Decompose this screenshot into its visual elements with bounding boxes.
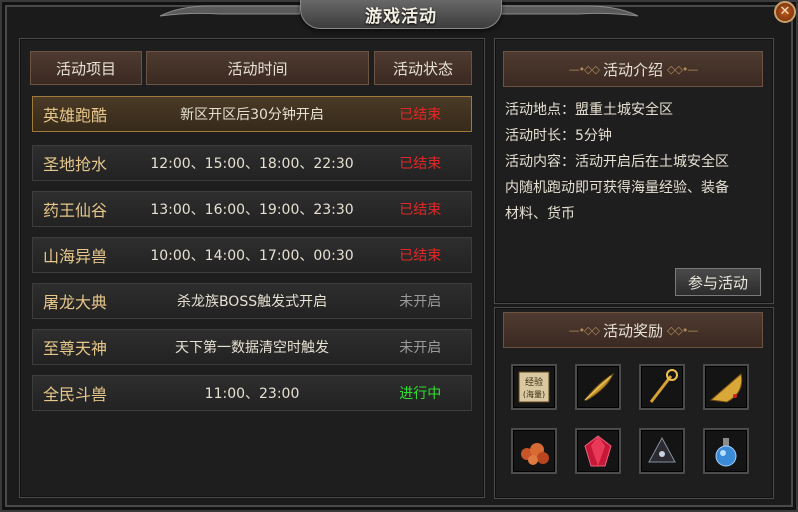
title-ornament-right (498, 5, 639, 17)
activity-row[interactable]: 英雄跑酷 新区开区后30分钟开启 已结束 (32, 96, 472, 132)
intro-title: 活动介绍 (602, 60, 663, 79)
join-activity-button[interactable]: 参与活动 (675, 268, 761, 296)
intro-line: 活动内容：活动开启后在土城安全区 (505, 154, 729, 170)
activity-time: 10:00、14:00、17:00、00:30 (150, 248, 354, 264)
activity-time: 12:00、15:00、18:00、22:30 (150, 156, 354, 172)
ornament-left-icon: —•◇◇ (568, 62, 600, 76)
activity-status: 未开启 (399, 340, 442, 356)
window-title: 游戏活动 (365, 7, 437, 27)
activity-name: 至尊天神 (43, 339, 108, 358)
reward-slot-fan[interactable] (703, 364, 749, 410)
intro-header: —•◇◇ 活动介绍 ◇◇•— (503, 51, 763, 87)
activity-row[interactable]: 屠龙大典 杀龙族BOSS触发式开启 未开启 (32, 283, 472, 319)
reward-slot-staff[interactable] (639, 364, 685, 410)
close-button[interactable]: ✕ (774, 1, 796, 23)
reward-slot-exp[interactable]: 经验 (海量) (511, 364, 557, 410)
ornament-left-icon: —•◇◇ (568, 323, 600, 337)
activity-time: 13:00、16:00、19:00、23:30 (150, 202, 354, 218)
activity-status: 已结束 (399, 107, 442, 123)
rewards-title: 活动奖励 (602, 321, 663, 340)
intro-line: 活动时长：5分钟 (505, 128, 612, 144)
activity-name: 屠龙大典 (43, 293, 108, 312)
header-activity-time: 活动时间 (146, 51, 369, 85)
reward-slot-potion[interactable] (703, 428, 749, 474)
activity-row[interactable]: 药王仙谷 13:00、16:00、19:00、23:30 已结束 (32, 191, 472, 227)
header-activity-name: 活动项目 (30, 51, 142, 85)
activity-row[interactable]: 山海异兽 10:00、14:00、17:00、00:30 已结束 (32, 237, 472, 273)
reward-slot-gem[interactable] (575, 428, 621, 474)
exp-label-line1: 经验 (525, 376, 543, 388)
golden-staff-icon (649, 369, 678, 403)
activity-name: 药王仙谷 (43, 201, 108, 220)
ore-pile-icon (521, 443, 549, 465)
activity-time: 新区开区后30分钟开启 (180, 107, 324, 123)
activity-window: 游戏活动 ✕ 活动项目 活动时间 活动状态 英雄跑酷 新区开区后30分钟开启 已… (0, 0, 798, 512)
activity-time: 杀龙族BOSS触发式开启 (176, 294, 328, 310)
intro-line: 材料、货币 (505, 206, 575, 222)
title-plate: 游戏活动 (300, 0, 502, 29)
activity-status: 进行中 (399, 386, 442, 402)
red-gem-icon (584, 435, 612, 467)
activity-name: 山海异兽 (43, 247, 108, 266)
ornament-right-icon: ◇◇•— (667, 323, 698, 337)
activity-time: 天下第一数据清空时触发 (175, 340, 330, 356)
header-activity-status: 活动状态 (374, 51, 472, 85)
reward-slot-crystal[interactable] (639, 428, 685, 474)
activity-name: 英雄跑酷 (43, 106, 108, 125)
activity-status: 未开启 (399, 294, 442, 310)
rewards-header: —•◇◇ 活动奖励 ◇◇•— (503, 312, 763, 348)
activity-rewards-panel: —•◇◇ 活动奖励 ◇◇•— 经验 (海量) (494, 307, 774, 499)
activity-list-panel: 活动项目 活动时间 活动状态 英雄跑酷 新区开区后30分钟开启 已结束 圣地抢水… (19, 38, 485, 498)
activity-intro-panel: —•◇◇ 活动介绍 ◇◇•— 活动地点：盟重土城安全区 活动时长：5分钟 活动内… (494, 38, 774, 304)
ornament-right-icon: ◇◇•— (667, 62, 698, 76)
dark-crystal-icon (648, 436, 676, 463)
activity-name: 圣地抢水 (43, 155, 108, 174)
reward-slot-ore[interactable] (511, 428, 557, 474)
reward-slot-feather[interactable] (575, 364, 621, 410)
activity-row[interactable]: 全民斗兽 11:00、23:00 进行中 (32, 375, 472, 411)
activity-status: 已结束 (399, 202, 442, 218)
activity-row[interactable]: 至尊天神 天下第一数据清空时触发 未开启 (32, 329, 472, 365)
exp-scroll-icon: 经验 (海量) (518, 371, 550, 403)
activity-status: 已结束 (399, 156, 442, 172)
intro-line: 活动地点：盟重土城安全区 (505, 102, 673, 118)
golden-fan-icon (709, 373, 743, 403)
intro-text: 活动地点：盟重土城安全区 活动时长：5分钟 活动内容：活动开启后在土城安全区 内… (505, 97, 767, 227)
activity-status: 已结束 (399, 248, 442, 264)
activity-time: 11:00、23:00 (204, 386, 300, 402)
activity-name: 全民斗兽 (43, 385, 108, 404)
feather-icon (583, 372, 615, 401)
intro-line: 内随机跑动即可获得海量经验、装备 (505, 180, 729, 196)
blue-potion-icon (715, 438, 737, 467)
title-ornament-left (159, 5, 300, 17)
exp-label-line2: (海量) (523, 389, 545, 399)
activity-row[interactable]: 圣地抢水 12:00、15:00、18:00、22:30 已结束 (32, 145, 472, 181)
